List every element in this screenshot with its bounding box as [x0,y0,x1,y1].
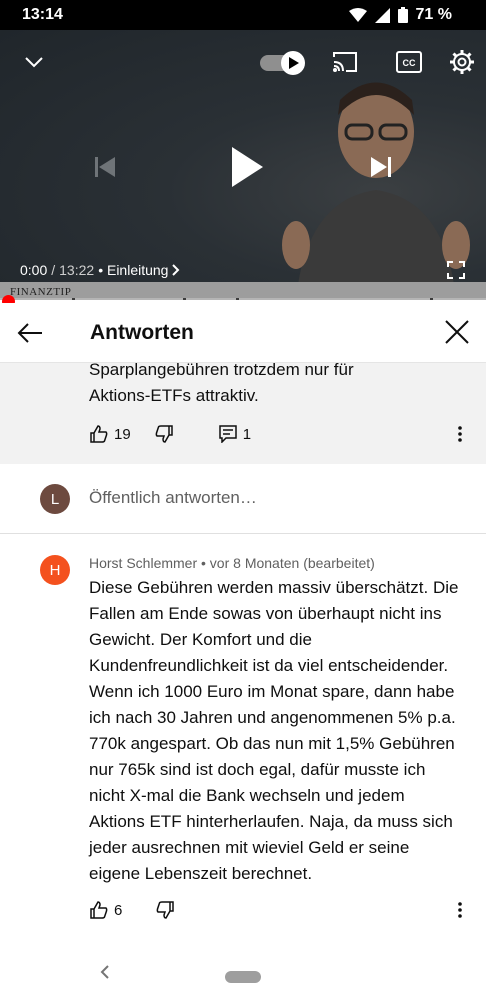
dislike-button[interactable] [156,901,175,919]
current-time: 0:00 [20,262,48,278]
replies-button[interactable]: 1 [218,425,252,443]
more-options-button[interactable] [454,425,466,448]
more-vertical-icon [458,902,462,918]
thumbs-down-icon [156,901,175,919]
time-display: 0:00 / 13:22 • Einleitung [20,262,180,278]
battery-icon [397,7,408,23]
autoplay-icon [260,51,305,75]
fullscreen-button[interactable] [444,258,468,282]
comment-text: Diese Gebühren werden massiv überschätzt… [89,578,459,883]
play-icon [232,147,263,187]
chapter-markers [0,298,486,300]
arrow-left-icon [17,323,42,343]
reply-count: 1 [242,425,252,443]
play-button[interactable] [224,142,270,192]
more-vertical-icon [458,426,462,442]
skip-previous-icon [95,157,115,177]
page-title: Antworten [90,321,194,344]
previous-button[interactable] [90,152,120,182]
comment-icon [218,425,237,443]
chevron-down-icon [25,57,43,68]
user-avatar: L [40,484,70,514]
next-button[interactable] [366,152,396,182]
status-bar: 13:14 71 % [0,0,486,30]
svg-text:CC: CC [403,58,416,68]
fullscreen-icon [447,261,465,279]
chevron-right-icon [172,264,180,276]
wifi-icon [348,8,367,22]
like-count: 6 [114,901,123,919]
replies-header: Antworten [0,303,486,363]
battery-percent: 71 % [415,6,452,23]
close-button[interactable] [444,319,470,350]
time-separator: / [51,262,56,278]
status-time: 13:14 [22,6,63,23]
thumbs-down-icon [155,425,173,443]
back-button[interactable] [16,319,44,352]
commenter-avatar[interactable]: H [40,555,70,585]
signal-icon [374,7,390,23]
home-handle[interactable] [225,971,261,983]
reply-comment: H Horst Schlemmer • vor 8 Monaten (bearb… [0,535,486,945]
cast-icon [333,52,357,72]
like-button[interactable]: 6 [90,901,122,919]
collapse-button[interactable] [22,50,46,74]
system-nav-bar [0,943,486,999]
reply-input-row[interactable]: L Öffentlich antworten… [0,464,486,534]
duration: 13:22 [59,262,95,278]
more-options-button[interactable] [454,901,466,924]
comment-actions: 6 [90,901,175,919]
channel-logo: FINANZTIP [10,286,72,298]
parent-comment-actions: 19 1 [90,425,251,443]
skip-next-icon [371,157,391,177]
chevron-left-icon [100,965,109,979]
system-back-button[interactable] [100,965,110,984]
like-count: 19 [114,425,131,443]
thumbs-up-icon [90,425,108,443]
chapter-label[interactable]: • Einleitung [98,262,168,278]
closed-captions-icon: CC [396,51,422,73]
parent-comment: Sparplangebühren trotzdem nur für Aktion… [0,363,486,464]
gear-icon [450,50,474,74]
dislike-button[interactable] [155,425,173,443]
close-icon [445,320,469,344]
parent-comment-text: Sparplangebühren trotzdem nur für Aktion… [89,363,354,405]
settings-button[interactable] [448,48,476,76]
video-player[interactable]: CC 0:00 / 13:22 • Einleitung FINANZTIP [0,30,486,300]
thumbs-up-icon [90,901,108,919]
comment-meta: Horst Schlemmer • vor 8 Monaten (bearbei… [89,555,375,571]
autoplay-toggle[interactable] [260,50,306,76]
like-button[interactable]: 19 [90,425,131,443]
cast-button[interactable] [330,48,360,76]
captions-button[interactable]: CC [394,48,424,76]
reply-input[interactable]: Öffentlich antworten… [89,488,257,508]
